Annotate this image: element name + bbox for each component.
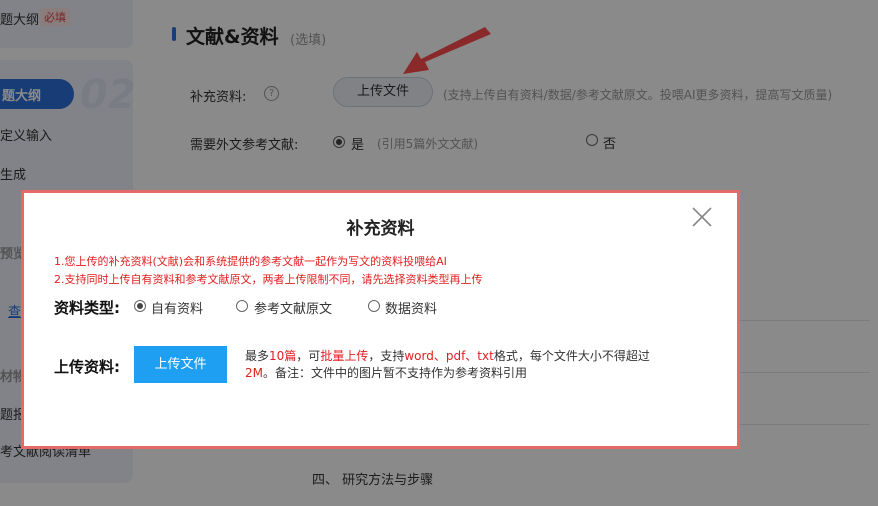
notice-line-2: 2.支持同时上传自有资料和参考文献原文，两者上传限制不同，请先选择资料类型再上传 — [54, 273, 483, 286]
type-data-radio[interactable] — [368, 300, 380, 312]
material-type-label: 资料类型: — [54, 299, 120, 317]
upload-file-button[interactable]: 上传文件 — [134, 346, 227, 383]
type-own-label: 自有资料 — [151, 302, 204, 317]
notice-line-1: 1.您上传的补充资料(文献)会和系统提供的参考文献一起作为写文的资料投喂给AI — [54, 255, 447, 268]
upload-info: 最多10篇，可批量上传，支持word、pdf、txt格式，每个文件大小不得超过 2… — [245, 349, 650, 380]
type-own-radio[interactable] — [134, 300, 146, 312]
upload-material-label: 上传资料: — [54, 358, 120, 376]
supplement-dialog: 补充资料 1.您上传的补充资料(文献)会和系统提供的参考文献一起作为写文的资料投… — [21, 190, 740, 449]
dialog-title: 补充资料 — [346, 219, 415, 239]
type-reference-radio[interactable] — [236, 300, 248, 312]
close-icon[interactable] — [690, 205, 714, 229]
type-reference-label: 参考文献原文 — [254, 302, 333, 317]
type-data-label: 数据资料 — [385, 302, 438, 317]
